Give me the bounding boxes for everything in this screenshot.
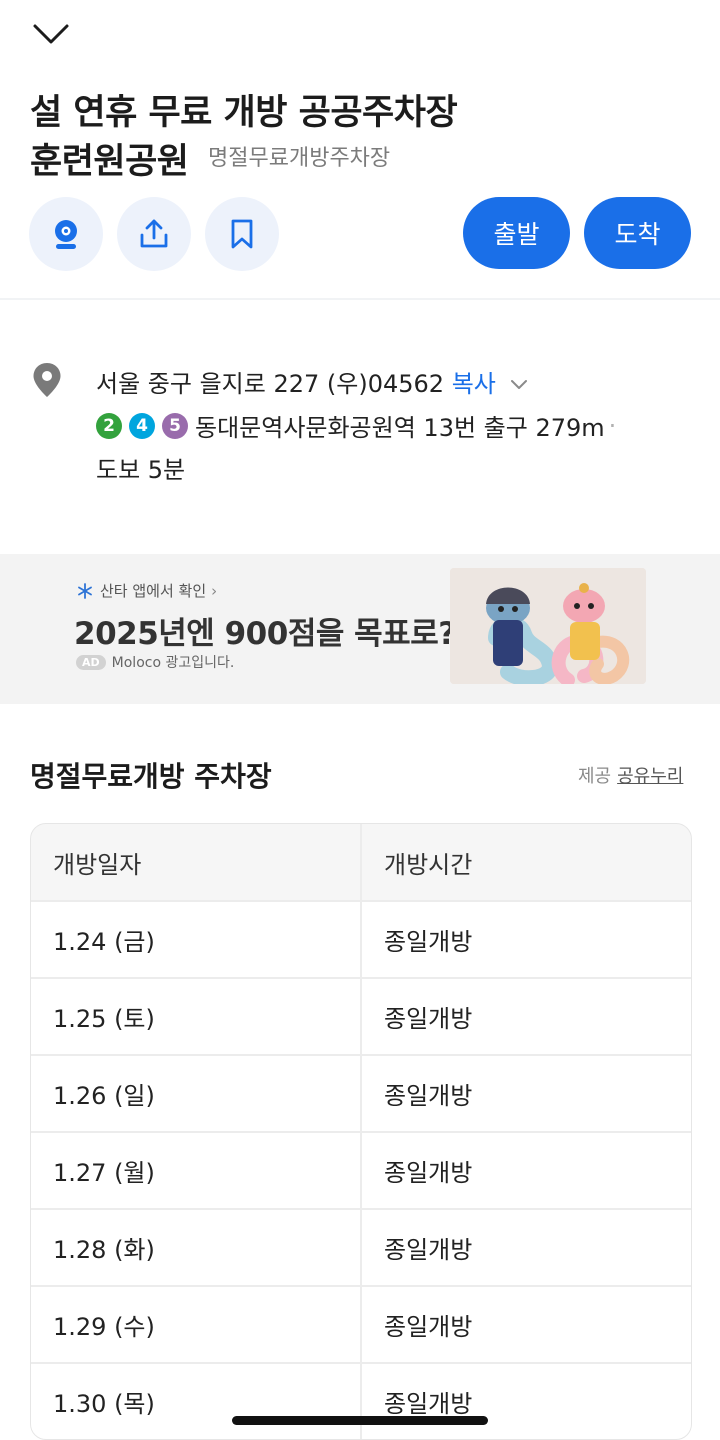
subway-line-badge: 4 [129, 412, 155, 439]
station-exit-distance: 동대문역사문화공원역 13번 출구 279m [195, 414, 605, 442]
bookmark-button[interactable] [205, 197, 279, 271]
share-button[interactable] [117, 197, 191, 271]
hours-cell: 종일개방 [362, 1364, 691, 1439]
santa-snowflake-icon [78, 582, 92, 599]
copy-address-button[interactable]: 복사 [452, 370, 496, 398]
subway-line-badge: 2 [96, 412, 122, 439]
date-cell: 1.27 (월) [31, 1133, 360, 1208]
column-header-date: 개방일자 [31, 824, 360, 900]
table-row: 1.28 (화) 종일개방 [31, 1210, 691, 1285]
hours-cell: 종일개방 [362, 1287, 691, 1362]
ad-app-link[interactable]: 산타 앱에서 확인 › [76, 580, 217, 601]
cctv-button[interactable] [29, 197, 103, 271]
subway-line-badge: 5 [162, 412, 188, 439]
date-cell: 1.26 (일) [31, 1056, 360, 1131]
date-cell: 1.25 (토) [31, 979, 360, 1054]
table-row: 1.27 (월) 종일개방 [31, 1133, 691, 1208]
chevron-down-small-icon[interactable] [510, 379, 528, 391]
cctv-icon [55, 220, 77, 249]
hours-cell: 종일개방 [362, 1210, 691, 1285]
address-row: 서울 중구 을지로 227 (우)04562 복사 [96, 364, 528, 399]
hours-cell: 종일개방 [362, 902, 691, 977]
address-text: 서울 중구 을지로 227 (우)04562 [96, 370, 445, 398]
depart-button[interactable]: 출발 [463, 197, 570, 269]
place-title: 설 연휴 무료 개방 공공주차장 [30, 93, 458, 133]
data-provider: 제공 공유누리 [578, 762, 683, 788]
hours-cell: 종일개방 [362, 1056, 691, 1131]
ad-app-text: 산타 앱에서 확인 [100, 582, 207, 600]
home-indicator[interactable] [232, 1416, 488, 1425]
ad-illustration [450, 568, 646, 684]
bookmark-icon [231, 219, 253, 249]
date-cell: 1.29 (수) [31, 1287, 360, 1362]
table-row: 1.26 (일) 종일개방 [31, 1056, 691, 1131]
table-row: 1.25 (토) 종일개방 [31, 979, 691, 1054]
chevron-right-icon: › [211, 581, 218, 600]
table-header: 개방일자 개방시간 [31, 824, 691, 900]
hours-cell: 종일개방 [362, 1133, 691, 1208]
ad-note-text: Moloco 광고입니다. [111, 655, 235, 671]
date-cell: 1.24 (금) [31, 902, 360, 977]
separator-dot: · [608, 411, 617, 440]
column-header-hours: 개방시간 [362, 824, 691, 900]
arrive-button[interactable]: 도착 [584, 197, 691, 269]
date-cell: 1.28 (화) [31, 1210, 360, 1285]
table-row: 1.29 (수) 종일개방 [31, 1287, 691, 1362]
chevron-down-icon[interactable] [32, 16, 72, 50]
place-name: 훈련원공원 [30, 142, 189, 182]
subway-info: 2 4 5 동대문역사문화공원역 13번 출구 279m · [96, 408, 616, 443]
section-divider [0, 298, 720, 300]
ad-disclaimer: AD Moloco 광고입니다. [76, 652, 234, 672]
section-title: 명절무료개방 주차장 [30, 760, 272, 793]
hours-cell: 종일개방 [362, 979, 691, 1054]
provider-label: 제공 [578, 766, 612, 787]
place-category: 명절무료개방주차장 [208, 146, 391, 171]
location-pin-icon [33, 363, 61, 397]
provider-link[interactable]: 공유누리 [617, 766, 683, 787]
table-row: 1.24 (금) 종일개방 [31, 902, 691, 977]
walk-time: 도보 5분 [96, 456, 186, 484]
ad-badge: AD [76, 654, 106, 670]
ad-title: 2025년엔 900점을 목표로? [74, 616, 456, 652]
table-row: 1.30 (목) 종일개방 [31, 1364, 691, 1439]
date-cell: 1.30 (목) [31, 1364, 360, 1439]
open-schedule-table: 개방일자 개방시간 1.24 (금) 종일개방 1.25 (토) 종일개방 1.… [30, 823, 692, 1440]
share-icon [140, 219, 168, 248]
